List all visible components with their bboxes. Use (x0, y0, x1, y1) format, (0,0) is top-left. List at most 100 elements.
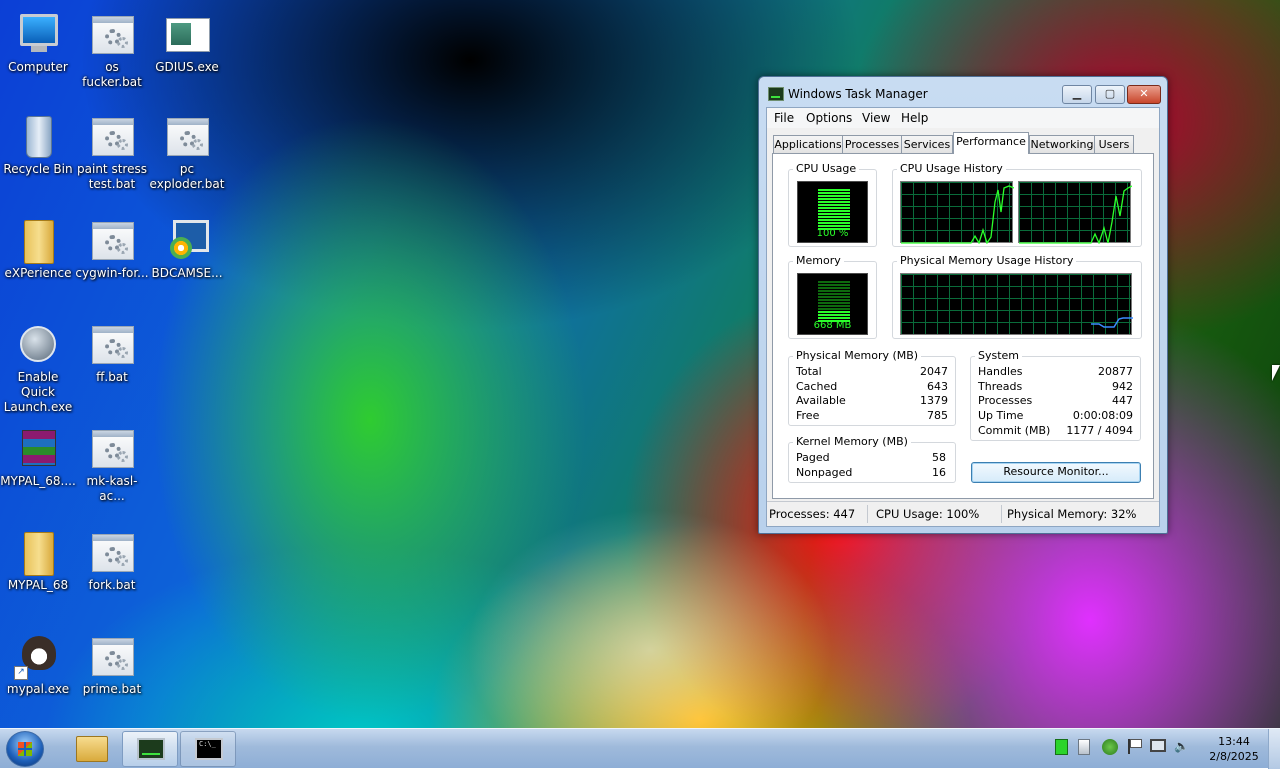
desktop-icon-label: pc exploder.bat (149, 162, 225, 191)
menu-file[interactable]: File (774, 111, 794, 125)
memory-group: Memory 668 MB (788, 254, 877, 339)
desktop-icon-prime-bat[interactable]: prime.bat (74, 632, 150, 697)
desktop-icon-label: paint stress test.bat (77, 162, 147, 191)
kernel-memory-table: Paged 58 Nonpaged 16 (796, 451, 946, 480)
mypal-raccoon-icon: ↗ (14, 632, 62, 680)
meter-bar-segment (818, 290, 850, 292)
desktop-icon-experience[interactable]: eXPerience (0, 216, 76, 281)
tab-performance[interactable]: Performance (953, 132, 1029, 154)
tray-network-icon[interactable] (1150, 739, 1166, 752)
stat-key: Free (796, 409, 820, 423)
tab-strip: Applications Processes Services Performa… (773, 132, 1153, 154)
stat-key: Up Time (978, 409, 1024, 423)
desktop-icon-os-fucker-bat[interactable]: os fucker.bat (74, 10, 150, 90)
stat-row: Free 785 (796, 409, 948, 424)
task-manager-icon (768, 87, 784, 101)
tray-action-center-flag-icon[interactable] (1128, 739, 1142, 754)
desktop-icon-mypal-exe[interactable]: ↗ mypal.exe (0, 632, 76, 697)
cpu-usage-bars (818, 189, 850, 231)
desktop-icon-label: fork.bat (88, 578, 136, 592)
status-bar: Processes: 447 CPU Usage: 100% Physical … (767, 501, 1159, 526)
tray-security-icon[interactable] (1102, 739, 1118, 755)
meter-bar-segment (818, 284, 850, 286)
meter-bar-segment (818, 287, 850, 289)
meter-bar-segment (818, 207, 850, 209)
desktop-icon-bdcamse[interactable]: BDCAMSE... (149, 216, 225, 281)
title-bar[interactable]: Windows Task Manager ▁ ▢ ✕ (759, 77, 1167, 107)
menu-options[interactable]: Options (806, 111, 852, 125)
status-cpu-usage: CPU Usage: 100% (876, 507, 980, 521)
cpu-usage-label: CPU Usage (793, 162, 860, 175)
minimize-button[interactable]: ▁ (1062, 85, 1092, 104)
shortcut-arrow-icon: ↗ (14, 666, 28, 680)
menu-help[interactable]: Help (901, 111, 928, 125)
stat-row: Total 2047 (796, 365, 948, 380)
memory-label: Memory (793, 254, 844, 267)
desktop-icon-ff-bat[interactable]: ff.bat (74, 320, 150, 385)
meter-bar-segment (818, 225, 850, 227)
tab-users[interactable]: Users (1094, 135, 1134, 153)
stat-value: 0:00:08:09 (1072, 409, 1133, 423)
task-manager-icon (137, 738, 165, 760)
desktop-icon-label: BDCAMSE... (151, 266, 223, 280)
desktop-icon-paint-stress-test[interactable]: paint stress test.bat (74, 112, 150, 192)
stat-key: Paged (796, 451, 830, 464)
show-desktop-button[interactable] (1268, 729, 1280, 769)
tab-networking[interactable]: Networking (1029, 135, 1095, 153)
taskbar-cmd-button[interactable]: C:\_ (180, 731, 236, 767)
clock-time: 13:44 (1218, 735, 1250, 748)
stat-key: Processes (978, 394, 1033, 408)
desktop-icon-label: MYPAL_68 (7, 578, 69, 592)
tab-processes[interactable]: Processes (842, 135, 902, 153)
stat-key: Total (796, 365, 822, 378)
stat-row: Nonpaged 16 (796, 466, 946, 481)
stat-row: Processes 447 (978, 394, 1133, 409)
meter-bar-segment (818, 213, 850, 215)
desktop-icon-recycle-bin[interactable]: Recycle Bin (0, 112, 76, 177)
task-manager-window[interactable]: Windows Task Manager ▁ ▢ ✕ File Options … (758, 76, 1168, 534)
menu-view[interactable]: View (862, 111, 890, 125)
memory-meter: 668 MB (797, 273, 868, 335)
desktop-icon-label: Computer (8, 60, 68, 74)
desktop-icon-label: Enable Quick Launch.exe (3, 370, 73, 414)
desktop-icon-label: prime.bat (82, 682, 142, 696)
close-button[interactable]: ✕ (1127, 85, 1161, 104)
physical-memory-group: Physical Memory (MB) Total 2047 Cached 643… (788, 349, 956, 426)
cpu-history-label: CPU Usage History (897, 162, 1006, 175)
desktop-icon-mypal-folder[interactable]: MYPAL_68 (0, 528, 76, 593)
desktop-icon-label: MYPAL_68.... (0, 474, 76, 488)
tab-applications[interactable]: Applications (773, 135, 843, 153)
maximize-button[interactable]: ▢ (1095, 85, 1125, 104)
clock[interactable]: 13:44 2/8/2025 (1202, 734, 1266, 764)
window-title: Windows Task Manager (788, 87, 928, 101)
desktop-icon-gdius[interactable]: GDIUS.exe (149, 10, 225, 75)
taskbar-explorer-button[interactable] (62, 731, 118, 767)
recycle-bin-icon (14, 112, 62, 160)
memory-bars (818, 281, 850, 323)
tray-removable-device-icon[interactable] (1078, 739, 1090, 755)
tray-volume-muted-icon[interactable]: 🔈 (1174, 739, 1190, 754)
desktop-icon-fork-bat[interactable]: fork.bat (74, 528, 150, 593)
status-processes: Processes: 447 (769, 507, 856, 521)
stat-value: 447 (1112, 394, 1133, 408)
desktop-icon-mypal-archive[interactable]: MYPAL_68.... (0, 424, 76, 489)
stat-value: 942 (1112, 379, 1133, 393)
desktop-icon-mk-kasl[interactable]: mk-kasl-ac... (74, 424, 150, 504)
cpu-usage-value: 100 % (816, 228, 849, 239)
tray-cpu-meter-icon[interactable] (1055, 739, 1068, 755)
desktop-icon-pc-exploder[interactable]: pc exploder.bat (149, 112, 225, 192)
tab-services[interactable]: Services (901, 135, 953, 153)
desktop-icon-enable-quick-launch[interactable]: Enable Quick Launch.exe (0, 320, 76, 415)
start-button[interactable] (6, 731, 44, 767)
desktop-icon-computer[interactable]: Computer (0, 10, 76, 75)
system-group: System Handles 20877 Threads 942 Processes… (970, 349, 1141, 441)
desktop-icon-label: GDIUS.exe (155, 60, 219, 74)
cpu-usage-group: CPU Usage 100 % (788, 162, 877, 247)
taskbar-task-manager-button[interactable] (122, 731, 178, 767)
desktop-icon-cygwin[interactable]: cygwin-for... (74, 216, 150, 281)
meter-bar-segment (818, 210, 850, 212)
cpu-history-trace-2 (1019, 185, 1132, 244)
resource-monitor-button[interactable]: Resource Monitor... (971, 462, 1141, 483)
window-client: File Options View Help Applications Proc… (766, 107, 1160, 527)
stat-key: Cached (796, 379, 838, 393)
